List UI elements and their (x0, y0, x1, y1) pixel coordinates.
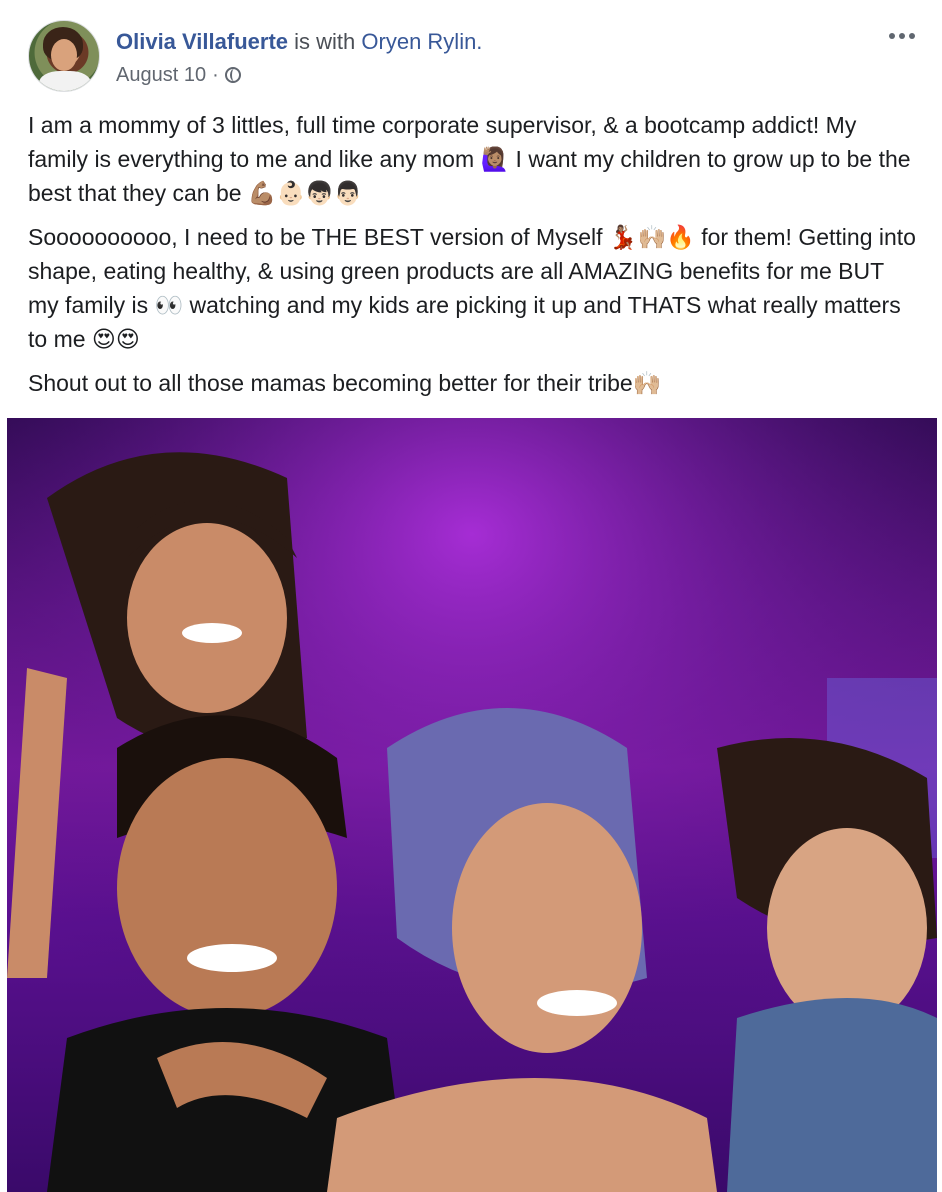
more-options-button[interactable] (884, 24, 920, 48)
post-body: I am a mommy of 3 littles, full time cor… (28, 108, 918, 410)
post-photo[interactable] (7, 418, 937, 1192)
post-paragraph: Shout out to all those mamas becoming be… (28, 370, 662, 396)
post-paragraph: Soooooooooo, I need to be THE BEST versi… (28, 224, 916, 352)
photo-illustration (7, 418, 937, 1192)
avatar-face (51, 39, 77, 71)
meta-separator: · (212, 64, 219, 86)
post-header: Olivia Villafuerte is with Oryen Rylin. … (0, 0, 942, 100)
globe-icon[interactable] (224, 67, 241, 83)
with-text: is with (294, 29, 356, 54)
post-meta: August 10 · (116, 62, 241, 88)
post-paragraph: I am a mommy of 3 littles, full time cor… (28, 112, 911, 206)
author-line: Olivia Villafuerte is with Oryen Rylin. (116, 28, 482, 56)
tagged-person-link[interactable]: Oryen Rylin. (361, 29, 482, 54)
avatar-shirt (39, 71, 91, 91)
author-avatar[interactable] (28, 20, 100, 92)
post-date-link[interactable]: August 10 (116, 62, 206, 88)
facebook-post: Olivia Villafuerte is with Oryen Rylin. … (0, 0, 942, 1192)
author-name-link[interactable]: Olivia Villafuerte (116, 29, 288, 54)
more-dots-icon (889, 33, 915, 39)
